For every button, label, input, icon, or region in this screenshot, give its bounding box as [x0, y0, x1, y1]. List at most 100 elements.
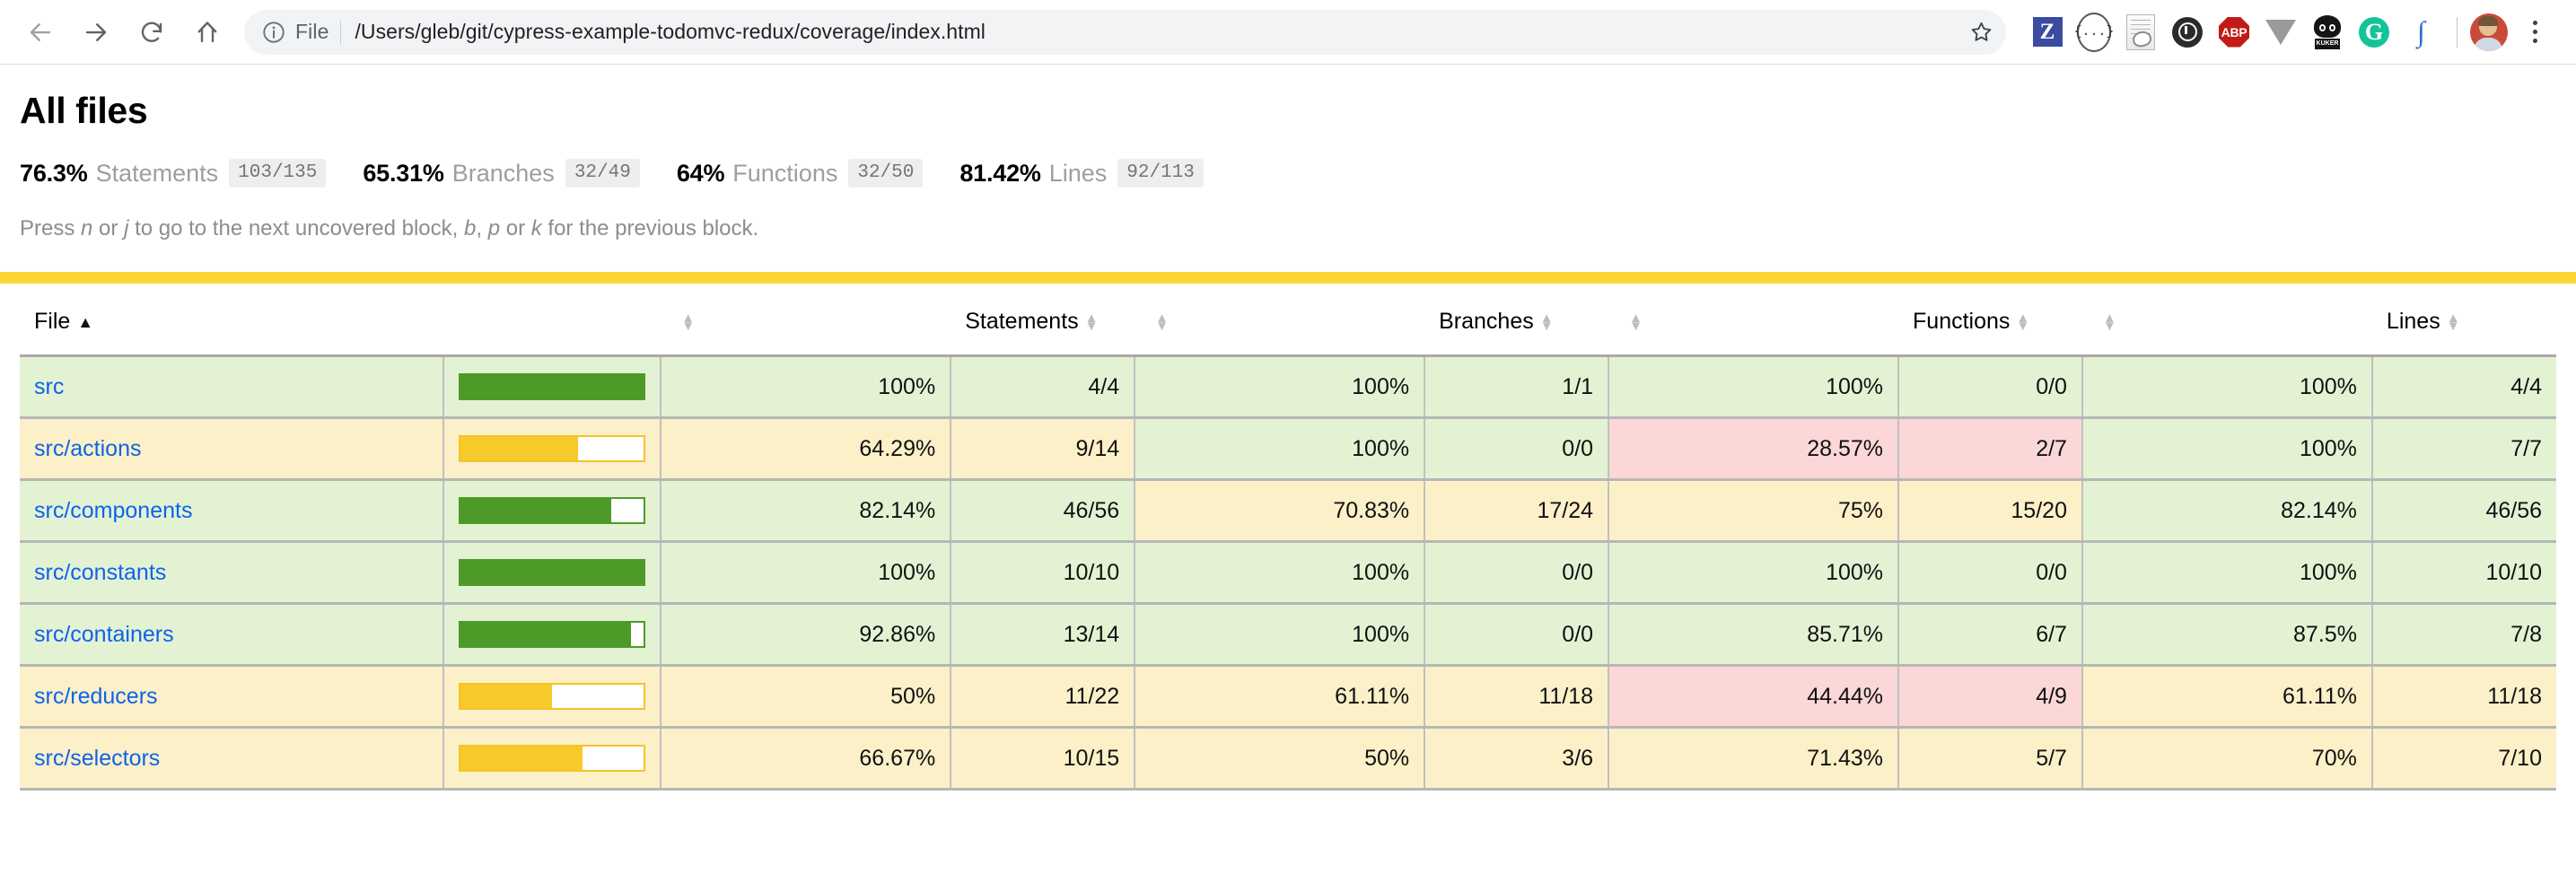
column-header-lines-pct[interactable]: ▲▼ — [2082, 287, 2372, 356]
file-link[interactable]: src/actions — [34, 436, 141, 461]
grammarly-icon[interactable]: G — [2351, 9, 2397, 56]
url-text[interactable]: /Users/gleb/git/cypress-example-todomvc-… — [341, 20, 1961, 44]
cell-branches-pct: 100% — [1135, 356, 1424, 418]
cell-branches-pct: 100% — [1135, 542, 1424, 604]
lines-percent: 81.42% — [959, 160, 1040, 188]
file-link[interactable]: src/reducers — [34, 684, 158, 709]
browser-menu-button[interactable] — [2513, 11, 2556, 54]
home-button[interactable] — [183, 8, 232, 57]
cell-lines-pct: 70% — [2082, 728, 2372, 790]
sort-arrows-icon: ▲▼ — [1629, 314, 1643, 331]
coverage-bar — [459, 559, 645, 586]
cell-lines-pct: 100% — [2082, 542, 2372, 604]
cell-lines-pct: 100% — [2082, 356, 2372, 418]
functions-label: Functions — [732, 160, 837, 188]
sort-arrows-icon: ▲▼ — [681, 314, 695, 331]
cell-statements-pct: 64.29% — [661, 418, 951, 480]
accent-rule — [0, 272, 2576, 284]
coverage-bar — [459, 373, 645, 400]
cell-functions-frac: 4/9 — [1898, 666, 2082, 728]
cell-file: src/actions — [20, 418, 443, 480]
coverage-bar-fill — [460, 437, 578, 460]
file-link[interactable]: src/selectors — [34, 746, 160, 771]
cell-branches-pct: 61.11% — [1135, 666, 1424, 728]
cell-statements-frac: 46/56 — [951, 480, 1135, 542]
column-header-file[interactable]: File▲ — [20, 287, 661, 356]
cell-branches-frac: 0/0 — [1424, 542, 1608, 604]
address-bar[interactable]: File /Users/gleb/git/cypress-example-tod… — [244, 10, 2006, 55]
cell-statements-frac: 9/14 — [951, 418, 1135, 480]
column-header-lines[interactable]: Lines▲▼ — [2372, 287, 2556, 356]
header-label-lines: Lines — [2387, 309, 2440, 334]
statements-percent: 76.3% — [20, 160, 88, 188]
column-header-branches[interactable]: Branches▲▼ — [1424, 287, 1608, 356]
coverage-report: All files 76.3% Statements 103/135 65.31… — [0, 90, 2576, 791]
grammarly-glyph: G — [2359, 17, 2389, 48]
browser-toolbar: File /Users/gleb/git/cypress-example-tod… — [0, 0, 2576, 65]
json-viewer-icon[interactable]: {...} — [2071, 9, 2117, 56]
table-head: File▲ ▲▼ Statements▲▼ ▲▼ Branches▲▼ ▲▼ F… — [20, 287, 2556, 356]
cell-functions-frac: 0/0 — [1898, 356, 2082, 418]
summary-statements: 76.3% Statements 103/135 — [20, 159, 326, 188]
vue-devtools-icon[interactable] — [2257, 9, 2304, 56]
site-info-button[interactable] — [258, 17, 289, 48]
avatar[interactable] — [2470, 13, 2508, 51]
cell-branches-pct: 100% — [1135, 418, 1424, 480]
coverage-summary: 76.3% Statements 103/135 65.31% Branches… — [20, 159, 2556, 188]
header-label-branches: Branches — [1439, 309, 1534, 334]
coverage-bar-fill — [460, 747, 583, 770]
document-reader-icon[interactable] — [2117, 9, 2164, 56]
sort-arrows-icon: ▲▼ — [2016, 314, 2029, 331]
cell-coverage-bar — [443, 728, 661, 790]
functions-percent: 64% — [677, 160, 724, 188]
cell-lines-frac: 46/56 — [2372, 480, 2556, 542]
lines-fraction: 92/113 — [1117, 159, 1204, 188]
column-header-branches-pct[interactable]: ▲▼ — [1135, 287, 1424, 356]
table-row: src/reducers 50%11/2261.11%11/1844.44%4/… — [20, 666, 2556, 728]
coverage-bar-fill — [460, 499, 611, 522]
hint-key-n: n — [81, 216, 92, 240]
squiggle-glyph: ∫ — [2405, 16, 2436, 48]
cell-branches-frac: 17/24 — [1424, 480, 1608, 542]
cell-functions-frac: 0/0 — [1898, 542, 2082, 604]
cell-coverage-bar — [443, 666, 661, 728]
json-glyph: {...} — [2077, 13, 2111, 52]
cell-functions-frac: 5/7 — [1898, 728, 2082, 790]
cell-file: src/reducers — [20, 666, 443, 728]
file-link[interactable]: src/containers — [34, 622, 174, 647]
cell-functions-pct: 44.44% — [1608, 666, 1898, 728]
column-header-statements-pct[interactable]: ▲▼ — [661, 287, 951, 356]
cell-branches-frac: 0/0 — [1424, 418, 1608, 480]
file-link[interactable]: src/constants — [34, 560, 166, 585]
column-header-statements[interactable]: Statements▲▼ — [951, 287, 1135, 356]
file-link[interactable]: src — [34, 374, 64, 399]
cell-functions-pct: 71.43% — [1608, 728, 1898, 790]
column-header-functions-pct[interactable]: ▲▼ — [1608, 287, 1898, 356]
sort-ascending-icon: ▲ — [77, 313, 93, 332]
cell-statements-pct: 82.14% — [661, 480, 951, 542]
hint-part-1: Press — [20, 216, 81, 240]
hint-part-3: to go to the next uncovered block, — [128, 216, 464, 240]
branches-fraction: 32/49 — [565, 159, 640, 188]
sort-arrows-icon: ▲▼ — [1155, 314, 1169, 331]
forward-button[interactable] — [72, 8, 120, 57]
coverage-bar — [459, 497, 645, 524]
cell-functions-pct: 100% — [1608, 542, 1898, 604]
squiggle-extension-icon[interactable]: ∫ — [2397, 9, 2444, 56]
cell-branches-frac: 3/6 — [1424, 728, 1608, 790]
coverage-bar-fill — [459, 373, 645, 400]
column-header-functions[interactable]: Functions▲▼ — [1898, 287, 2082, 356]
cell-functions-frac: 15/20 — [1898, 480, 2082, 542]
back-button[interactable] — [16, 8, 65, 57]
onepassword-icon[interactable] — [2164, 9, 2211, 56]
sort-arrows-icon: ▲▼ — [1085, 314, 1099, 331]
reload-button[interactable] — [127, 8, 176, 57]
zotero-connector-icon[interactable]: Z — [2024, 9, 2071, 56]
kuker-icon[interactable]: KUKER — [2304, 9, 2351, 56]
file-link[interactable]: src/components — [34, 498, 192, 523]
coverage-bar — [459, 683, 645, 710]
bookmark-button[interactable] — [1961, 13, 2001, 52]
hint-part-6: for the previous block. — [542, 216, 758, 240]
adblock-plus-icon[interactable]: ABP — [2211, 9, 2257, 56]
cell-lines-frac: 11/18 — [2372, 666, 2556, 728]
